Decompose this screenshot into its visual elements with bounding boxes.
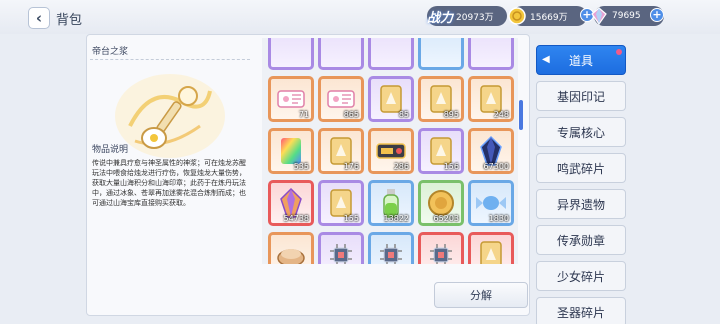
top-bar: ‹ 背包 战力 20973万 15669万 + 79695 + — [0, 0, 720, 34]
category-tab[interactable]: 异界遗物 — [536, 189, 626, 219]
inventory-slot[interactable]: 13065 — [268, 232, 314, 264]
inventory-slot[interactable]: 155 — [318, 180, 364, 226]
gem-value: 79695 — [612, 11, 641, 21]
category-label: 专属核心 — [556, 125, 605, 140]
inventory-slot[interactable]: 54738 — [268, 180, 314, 226]
inventory-slot[interactable]: 67300 — [468, 128, 514, 174]
back-button[interactable]: ‹ — [28, 7, 50, 29]
inventory-slot[interactable]: 156 — [418, 128, 464, 174]
category-tab[interactable]: ◀ 道具 — [536, 45, 626, 75]
item-count: 865 — [343, 110, 359, 119]
inventory-slot[interactable]: 311 — [368, 232, 414, 264]
selected-arrow-icon: ◀ — [542, 54, 550, 65]
inventory-slot[interactable]: 865 — [318, 76, 364, 122]
gold-value: 15669万 — [530, 12, 568, 23]
divider — [90, 59, 250, 60]
category-menu: ◀ 道具基因印记专属核心鸣武碎片异界遗物传承勋章少女碎片圣器碎片 — [536, 40, 626, 324]
inventory-slot[interactable]: 248 — [468, 76, 514, 122]
desc-heading: 物品说明 — [92, 145, 129, 155]
chip-icon — [421, 235, 461, 264]
item-count: 535 — [293, 162, 309, 171]
power-label: 战力 — [427, 10, 454, 26]
category-label: 少女碎片 — [556, 269, 605, 284]
item-count: 67300 — [483, 162, 509, 171]
inventory-slot[interactable]: 340 — [468, 232, 514, 264]
item-count: 65203 — [433, 214, 459, 223]
grid-scrollbar[interactable] — [519, 100, 523, 130]
inventory-slot-partial[interactable] — [418, 38, 464, 70]
chip-icon — [321, 235, 361, 264]
item-name: 帝台之浆 — [92, 47, 129, 57]
category-tab[interactable]: 圣器碎片 — [536, 297, 626, 324]
category-label: 圣器碎片 — [556, 305, 605, 320]
notification-dot — [616, 49, 622, 55]
category-label: 传承勋章 — [556, 233, 605, 248]
combat-power-display: 战力 20973万 — [427, 6, 507, 26]
item-count: 248 — [493, 110, 509, 119]
category-tab[interactable]: 少女碎片 — [536, 261, 626, 291]
item-count: 895 — [443, 110, 459, 119]
item-description: 传说中兼具疗愈与神圣属性的神浆；可在烛龙苏醒玩法中喂食给烛龙进行疗伤，恢复烛龙大… — [92, 159, 246, 207]
inventory-slot[interactable]: 176 — [318, 128, 364, 174]
category-label: 鸣武碎片 — [556, 161, 605, 176]
power-value: 20973万 — [456, 12, 494, 23]
item-count: 1830 — [488, 214, 509, 223]
inventory-slot[interactable]: 71 — [268, 76, 314, 122]
item-count: 286 — [393, 162, 409, 171]
item-detail: 帝台之浆 物品说明 传说中兼具疗愈与神圣属性的神浆；可在烛龙苏醒玩法中喂食给烛龙… — [90, 38, 252, 308]
gold-coin-icon — [506, 5, 528, 27]
inventory-slot[interactable]: 286 — [368, 128, 414, 174]
card-icon — [471, 235, 511, 264]
inventory-slot[interactable]: 895 — [418, 76, 464, 122]
inventory-slot[interactable]: 535 — [268, 128, 314, 174]
inventory-slot-partial[interactable] — [468, 38, 514, 70]
food-icon — [271, 235, 311, 264]
inventory-slot[interactable]: 65203 — [418, 180, 464, 226]
inventory-slot-partial[interactable] — [368, 38, 414, 70]
category-label: 异界遗物 — [556, 197, 605, 212]
page-title: 背包 — [56, 13, 83, 28]
gold-display: 15669万 — [508, 6, 587, 26]
item-count: 156 — [443, 162, 459, 171]
item-count: 54738 — [283, 214, 309, 223]
inventory-slot-partial[interactable] — [268, 38, 314, 70]
gem-icon — [588, 5, 610, 27]
item-grid[interactable]: 71 865 85 895 248 535 176 286 156 67300 54738 155 13… — [262, 38, 518, 264]
category-tab[interactable]: 传承勋章 — [536, 225, 626, 255]
chip-icon — [371, 235, 411, 264]
inventory-slot[interactable]: 85 — [368, 76, 414, 122]
item-count: 176 — [343, 162, 359, 171]
inventory-slot[interactable]: 1830 — [468, 180, 514, 226]
item-count: 71 — [298, 110, 309, 119]
inventory-slot[interactable]: 5 — [418, 232, 464, 264]
category-label: 道具 — [568, 53, 593, 68]
category-tab[interactable]: 专属核心 — [536, 117, 626, 147]
add-gem-button[interactable]: + — [650, 8, 664, 22]
inventory-slot[interactable]: 350 — [318, 232, 364, 264]
category-label: 基因印记 — [556, 89, 605, 104]
chevron-left-icon: ‹ — [35, 9, 43, 27]
decompose-button[interactable]: 分解 — [434, 282, 528, 308]
item-count: 13822 — [383, 214, 409, 223]
category-tab[interactable]: 基因印记 — [536, 81, 626, 111]
item-count: 155 — [343, 214, 359, 223]
inventory-slot-partial[interactable] — [318, 38, 364, 70]
inventory-slot[interactable]: 13822 — [368, 180, 414, 226]
item-count: 85 — [398, 110, 409, 119]
category-tab[interactable]: 鸣武碎片 — [536, 153, 626, 183]
